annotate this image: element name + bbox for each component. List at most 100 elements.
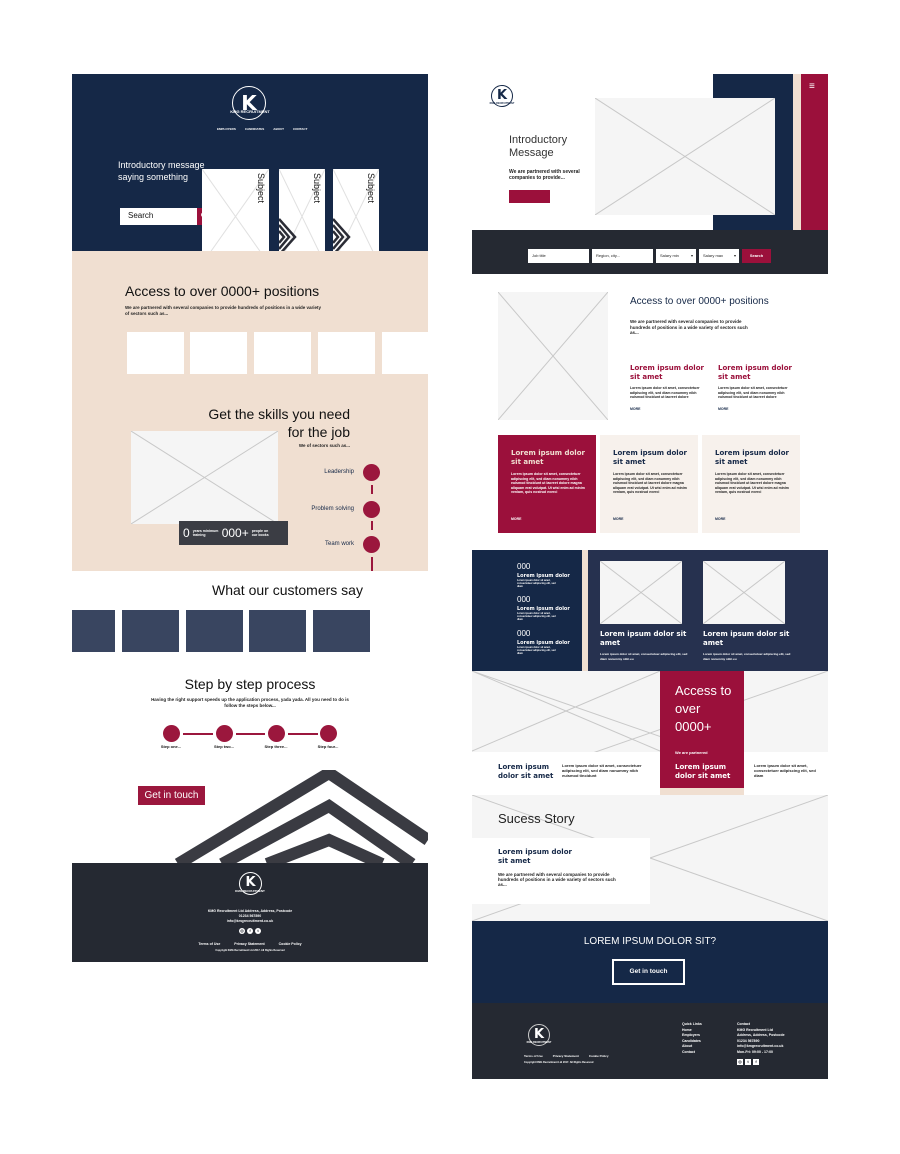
success-text: We are partnered with several companies … bbox=[498, 872, 616, 887]
sector-tile[interactable] bbox=[382, 332, 428, 374]
footer-brand-name: KMG RECRUITMENT bbox=[526, 1041, 552, 1044]
stat-value: 000 bbox=[517, 629, 531, 638]
twitter-icon[interactable]: t bbox=[255, 928, 261, 934]
testimonial-card[interactable] bbox=[313, 610, 370, 652]
footer-links: Terms of Use Privacy Statement Cookie Po… bbox=[72, 942, 428, 947]
quick-link-employers[interactable]: Employers bbox=[682, 1033, 700, 1039]
quick-link-contact[interactable]: Contact bbox=[682, 1050, 695, 1056]
sector-tile[interactable] bbox=[254, 332, 311, 374]
contact-address: Address, Address, Postcode bbox=[737, 1033, 785, 1037]
testimonial-card[interactable] bbox=[122, 610, 179, 652]
search-input[interactable]: Search bbox=[120, 208, 197, 225]
twitter-icon[interactable]: t bbox=[745, 1059, 751, 1065]
beige-divider bbox=[582, 550, 588, 671]
stats-badge: 0 years minimum training 000+ people on … bbox=[179, 521, 288, 545]
timeline-connector bbox=[371, 485, 373, 494]
info-box[interactable]: Lorem ipsum dolor sit amet Lorem ipsum d… bbox=[600, 435, 698, 533]
facebook-icon[interactable]: f bbox=[247, 928, 253, 934]
copyright: Copyright KMG Recruitment Ltd 2017. All … bbox=[524, 1061, 594, 1064]
subject-card[interactable]: Subject bbox=[279, 169, 325, 264]
social-links: ◎ f t bbox=[72, 928, 428, 934]
card-label: Subject bbox=[312, 173, 322, 204]
cookie-link[interactable]: Cookie Policy bbox=[279, 942, 302, 947]
social-links: ◎ t f bbox=[737, 1059, 759, 1065]
privacy-link[interactable]: Privacy Statement bbox=[234, 942, 264, 947]
placeholder-image bbox=[703, 561, 785, 624]
testimonial-card[interactable] bbox=[186, 610, 243, 652]
contact-title: Contact bbox=[737, 1022, 751, 1026]
info-box[interactable]: Lorem ipsum dolor sit amet Lorem ipsum d… bbox=[702, 435, 800, 533]
subject-card[interactable]: Subject bbox=[202, 169, 269, 264]
positions-title: Access to over 0000+ positions bbox=[630, 296, 769, 307]
nav-candidates[interactable]: CANDIDATES bbox=[245, 127, 264, 131]
testimonial-card[interactable] bbox=[72, 610, 115, 652]
terms-link[interactable]: Terms of Use bbox=[524, 1054, 543, 1060]
privacy-link[interactable]: Privacy Statement bbox=[553, 1054, 579, 1060]
instagram-icon[interactable]: ◎ bbox=[239, 928, 245, 934]
contact-email[interactable]: info@kmgrecruitment.co.uk bbox=[737, 1044, 783, 1050]
step-label: Step four... bbox=[317, 744, 339, 749]
more-link[interactable]: MORE bbox=[630, 407, 641, 411]
get-in-touch-button[interactable]: Get in touch bbox=[612, 959, 685, 985]
copyright: Copyright KMG Recruitment Ltd 2017. All … bbox=[215, 949, 285, 952]
region-input[interactable]: Region, city... bbox=[592, 249, 653, 263]
quick-link-about[interactable]: About bbox=[682, 1044, 692, 1050]
nav-about[interactable]: ABOUT bbox=[273, 127, 284, 131]
more-link[interactable]: MORE bbox=[511, 517, 522, 521]
access-left-title: Lorem ipsum dolor sit amet bbox=[498, 763, 554, 780]
sector-tile[interactable] bbox=[190, 332, 247, 374]
nav-employers[interactable]: EMPLOYERS bbox=[217, 127, 236, 131]
logo-icon[interactable]: K bbox=[232, 86, 266, 120]
step-connector bbox=[288, 733, 318, 735]
more-link[interactable]: MORE bbox=[613, 517, 624, 521]
terms-link[interactable]: Terms of Use bbox=[198, 942, 220, 947]
position-text: Lorem ipsum dolor sit amet, consectetuer… bbox=[718, 386, 788, 399]
salary-min-value: Salary min bbox=[660, 253, 679, 258]
box-title: Lorem ipsum dolor sit amet bbox=[715, 449, 789, 466]
hero-crimson-strip bbox=[801, 74, 828, 230]
stat-value: 0 bbox=[183, 526, 190, 540]
footer-email[interactable]: info@kmgrecruitment.co.uk bbox=[72, 919, 428, 924]
access-right-text: Lorem ipsum dolor sit amet, consectetuer… bbox=[754, 763, 816, 778]
desktop-mockup-left: K KMG RECRUITMENT EMPLOYERS CANDIDATES A… bbox=[72, 74, 428, 962]
positions-subtitle: We are partnered with several companies … bbox=[630, 319, 748, 335]
feature-text: Lorem ipsum dolor sit amet, consectetuer… bbox=[703, 652, 791, 661]
get-in-touch-button[interactable]: Get in touch bbox=[138, 786, 205, 805]
nav-contact[interactable]: CONTACT bbox=[293, 127, 307, 131]
brand-name: KMG RECRUITMENT bbox=[489, 102, 515, 105]
box-text: Lorem ipsum dolor sit amet, consectetuer… bbox=[511, 472, 585, 494]
stat-value: 000 bbox=[517, 562, 531, 571]
instagram-icon[interactable]: ◎ bbox=[737, 1059, 743, 1065]
testimonial-card[interactable] bbox=[249, 610, 306, 652]
step-dot bbox=[163, 725, 180, 742]
facebook-icon[interactable]: f bbox=[753, 1059, 759, 1065]
access-title: Access to over 0000+ bbox=[675, 683, 732, 734]
more-link[interactable]: MORE bbox=[715, 517, 726, 521]
footer-brand-name: KMG RECRUITMENT bbox=[235, 889, 265, 893]
placeholder-image bbox=[600, 561, 682, 624]
feature-title: Lorem ipsum dolor sit amet bbox=[703, 630, 790, 647]
job-title-input[interactable]: Job title bbox=[528, 249, 589, 263]
cta-title: LOREM IPSUM DOLOR SIT? bbox=[583, 936, 717, 947]
hamburger-icon[interactable]: ≡ bbox=[809, 82, 815, 92]
more-link[interactable]: MORE bbox=[718, 407, 729, 411]
salary-max-select[interactable]: Salary max ▾ bbox=[699, 249, 739, 263]
box-text: Lorem ipsum dolor sit amet, consectetuer… bbox=[613, 472, 687, 494]
salary-min-select[interactable]: Salary min ▾ bbox=[656, 249, 696, 263]
sector-tile[interactable] bbox=[318, 332, 375, 374]
card-label: Subject bbox=[256, 173, 266, 204]
subject-card[interactable]: Subject bbox=[333, 169, 379, 264]
cookie-link[interactable]: Cookie Policy bbox=[589, 1054, 609, 1060]
search-button[interactable]: Search bbox=[742, 249, 771, 263]
success-title: Sucess Story bbox=[498, 811, 575, 826]
position-text: Lorem ipsum dolor sit amet, consectetuer… bbox=[630, 386, 700, 399]
stat-value: 000 bbox=[517, 595, 531, 604]
hero-cta-button[interactable] bbox=[509, 190, 550, 203]
info-box[interactable]: Lorem ipsum dolor sit amet Lorem ipsum d… bbox=[498, 435, 596, 533]
timeline-dot bbox=[363, 464, 380, 481]
box-title: Lorem ipsum dolor sit amet bbox=[511, 449, 585, 466]
sector-tile[interactable] bbox=[127, 332, 184, 374]
step-connector bbox=[183, 733, 213, 735]
logo-monogram: K bbox=[245, 875, 256, 890]
feature-text: Lorem ipsum dolor sit amet, consectetuer… bbox=[600, 652, 688, 661]
